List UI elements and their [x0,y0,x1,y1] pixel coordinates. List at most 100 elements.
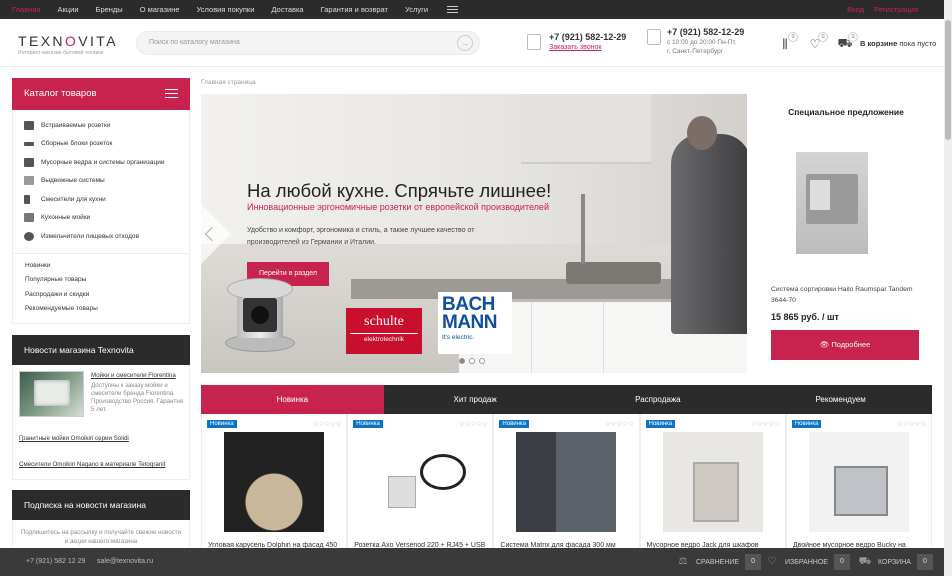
nav-warranty[interactable]: Гарантия и возврат [321,5,388,14]
register-link[interactable]: Регистрация [874,5,918,14]
footer-compare-count: 0 [745,554,762,570]
product-card[interactable]: Новинка ☆☆☆☆☆ Угловая карусель Dolphin н… [201,414,348,554]
banner-tap [581,194,585,264]
new-badge: Новинка [791,420,822,428]
link-sales[interactable]: Распродажи и скидки [25,291,189,306]
tab-new[interactable]: Новинка [201,385,384,414]
compare-icon[interactable]: ⫼ 0 [776,32,798,53]
heart-icon[interactable]: ♡ 0 [806,32,828,53]
scrollbar-thumb[interactable] [945,20,951,140]
product-card[interactable]: Новинка ☆☆☆☆☆ Двойное мусорное ведро Buc… [785,414,933,554]
product-image[interactable] [662,432,763,532]
banner-person [671,116,747,334]
tab-recommended[interactable]: Рекомендуем [749,385,932,414]
details-button[interactable]: 👁 Подробнее [771,330,919,360]
login-link[interactable]: Вход [847,5,864,14]
product-image[interactable] [370,432,471,532]
footer-compare[interactable]: ⚖ СРАВНЕНИЕ 0 [676,554,762,570]
compare-icon: ⚖ [678,556,688,567]
tab-sale[interactable]: Распродажа [567,385,750,414]
phone-number[interactable]: +7 (921) 582-12-29 [549,32,626,42]
footer-cart-label: КОРЗИНА [878,558,911,566]
catalog-item[interactable]: Смесители для кухни [13,190,189,209]
link-recommended[interactable]: Рекомендуемые товары [25,305,189,320]
catalog-item[interactable]: Кухонные мойки [13,209,189,228]
slider-dot[interactable] [469,358,475,364]
catalog-item-label: Выдвижные системы [41,177,105,185]
link-new[interactable]: Новинки [25,262,189,277]
nav-brands[interactable]: Бренды [96,5,123,14]
schulte-logo-subtext: elektrotechnik [350,333,418,343]
rating-stars-icon: ☆☆☆☆☆ [897,421,927,428]
logo[interactable]: TEXNOVITA Интернет-магазин бытовой техни… [18,33,118,56]
cart-summary[interactable]: В корзине пока пусто [860,39,936,48]
nav-home[interactable]: Главная [12,5,41,14]
footer-cart-count: 0 [916,554,933,570]
catalog-menu-icon[interactable] [165,89,178,98]
schulte-logo: schulte elektrotechnik [346,308,422,354]
footer-phone[interactable]: +7 (921) 582 12 29 [26,558,85,565]
logo-slogan: Интернет-магазин бытовой техники [18,50,104,56]
product-card[interactable]: Новинка ☆☆☆☆☆ Система Matrix для фасада … [493,414,640,554]
footer-email[interactable]: sale@texnovita.ru [97,558,153,565]
product-card[interactable]: Новинка ☆☆☆☆☆ Мусорное ведро Jack для шк… [639,414,786,554]
page-scrollbar[interactable] [944,0,952,576]
rating-stars-icon: ☆☆☆☆☆ [458,421,488,428]
catalog-item[interactable]: Сборные блоки розеток [13,135,189,154]
banner-subtitle: Инновационные эргономичные розетки от ев… [247,202,549,212]
cart-status: пока пусто [899,39,937,48]
subscribe-header: Подписка на новости магазина [12,490,190,520]
product-image[interactable] [224,432,324,532]
favorites-count: 0 [818,32,828,42]
nav-services[interactable]: Услуги [405,5,428,14]
breadcrumb[interactable]: Главная страница [201,79,256,86]
catalog-item[interactable]: Выдвижные системы [13,172,189,191]
working-hours: с 10:00 до 20:00 Пн-Пт. [667,39,737,46]
news-title[interactable]: Гранитные мойки Omoikiri серии Solidi [19,435,129,442]
catalog-item[interactable]: Мусорные ведра и системы организации [13,153,189,172]
new-badge: Новинка [499,420,530,428]
socket-icon [24,120,34,130]
catalog-item[interactable]: Встраиваемые розетки [13,116,189,135]
banner-background [201,94,747,244]
slider-dot[interactable] [459,358,465,364]
bachmann-line2: MANN [442,312,498,333]
more-menu-icon[interactable] [447,6,459,13]
phone-number-2[interactable]: +7 (921) 582-12-29 [667,27,744,37]
nav-terms[interactable]: Условия покупки [197,5,255,14]
catalog-item[interactable]: Измельчители пищевых отходов [13,227,189,246]
special-offer-name[interactable]: Система сортировки Hailo Raumspar Tandem… [771,284,931,306]
catalog-item-label: Смесители для кухни [41,195,106,203]
tab-bestsellers[interactable]: Хит продаж [384,385,567,414]
nav-delivery[interactable]: Доставка [271,5,303,14]
news-title[interactable]: Мойки и смесители Florentina [91,372,176,379]
news-image[interactable] [19,371,84,417]
link-popular[interactable]: Популярные товары [25,276,189,291]
news-title[interactable]: Смесители Omoikiri Nagano в материале Te… [19,461,165,468]
footer-cart[interactable]: ⛟ КОРЗИНА 0 [858,554,933,570]
special-offer-image[interactable] [796,152,868,254]
slider-dot[interactable] [479,358,485,364]
cart-icon: ⛟ [858,556,872,567]
site-header: TEXNOVITA Интернет-магазин бытовой техни… [0,19,952,67]
banner-description: Удобство и комфорт, эргономика и стиль, … [247,227,475,246]
news-header: Новости магазина Texnovita [12,335,190,365]
product-image[interactable] [516,432,617,532]
nav-promotions[interactable]: Акции [58,5,79,14]
catalog-header[interactable]: Каталог товаров [12,78,190,110]
special-offer: Специальное предложение Система сортиров… [756,94,936,374]
catalog-item-label: Измельчители пищевых отходов [41,232,139,240]
callback-link[interactable]: Заказать звонок [549,44,601,51]
nav-about[interactable]: О магазине [140,5,180,14]
search-input[interactable]: Поиск по каталогу магазина [149,39,240,46]
power-strip-icon [24,141,34,146]
product-tabs: Новинка Хит продаж Распродажа Рекомендуе… [201,385,932,414]
product-grid: Новинка ☆☆☆☆☆ Угловая карусель Dolphin н… [201,414,933,554]
cart-icon[interactable]: ⛟ 0 [836,32,858,53]
search-bar[interactable]: Поиск по каталогу магазина → [136,31,480,55]
product-image[interactable] [808,432,909,532]
product-card[interactable]: Новинка ☆☆☆☆☆ Розетка Axo Versenod 220 +… [347,414,494,554]
search-submit-icon[interactable]: → [457,35,473,51]
footer-favorites[interactable]: ♡ ИЗБРАННОЕ 0 [765,554,850,570]
compare-count: 0 [788,32,798,42]
